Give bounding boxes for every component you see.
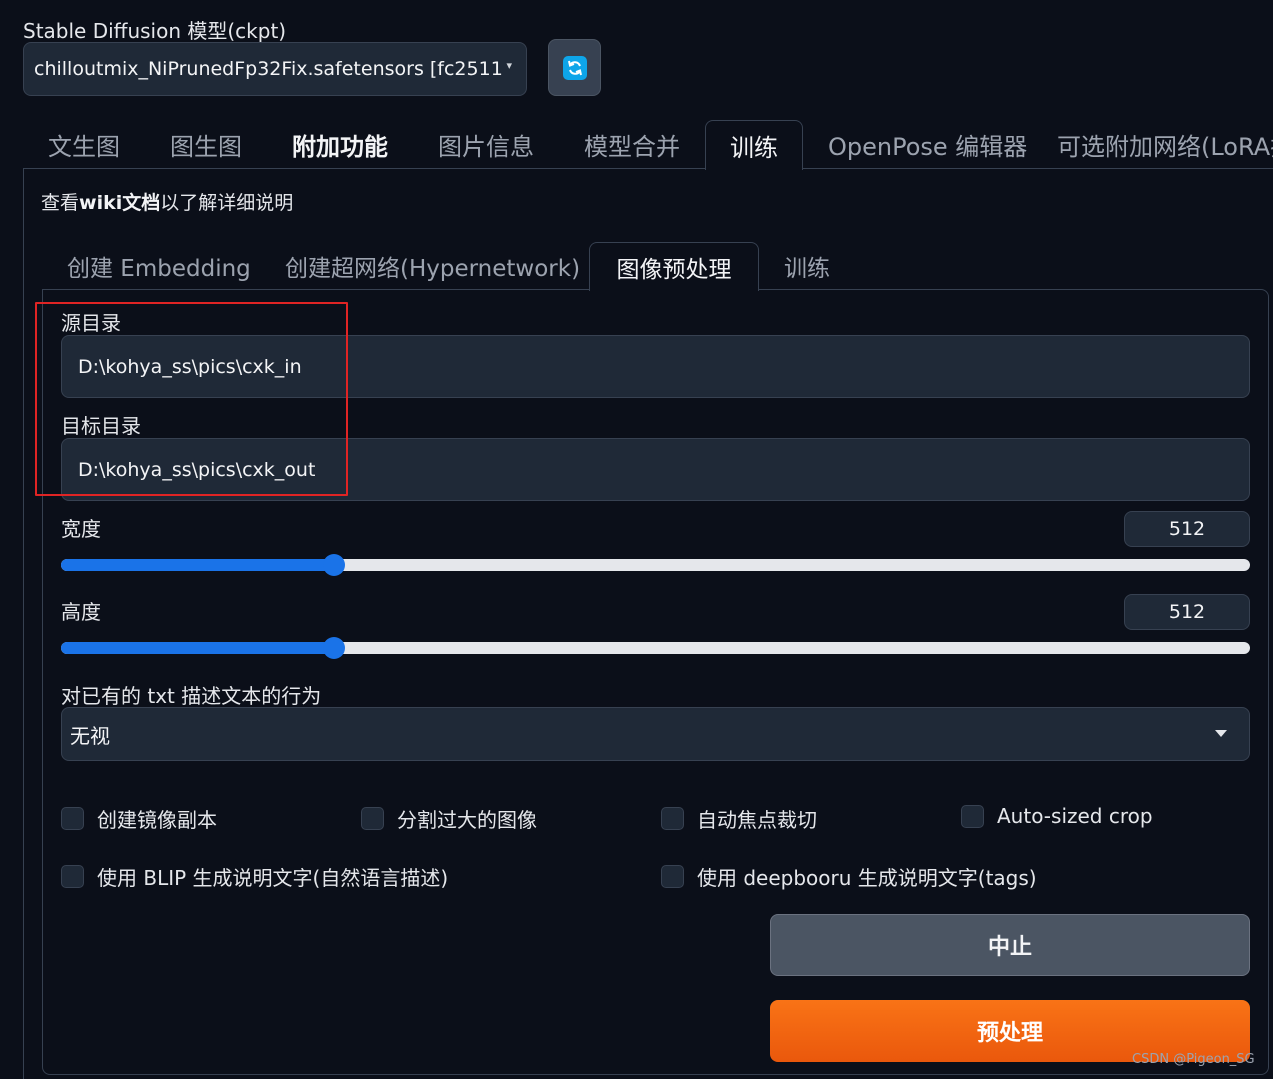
checkbox-label: 分割过大的图像 [397, 808, 537, 832]
txt-action-select[interactable]: 无视 [61, 707, 1250, 761]
height-number-input[interactable]: 512 [1124, 594, 1250, 630]
watermark: CSDN @Pigeon_SG [1132, 1052, 1255, 1067]
subtab-preprocess-images[interactable]: 图像预处理 [589, 242, 759, 291]
checkbox-auto-sized-crop[interactable]: Auto-sized crop [961, 804, 1153, 828]
tab-train[interactable]: 训练 [705, 120, 803, 170]
checkbox-box[interactable] [661, 807, 684, 830]
width-slider-fill [61, 559, 335, 571]
checkbox-box[interactable] [661, 865, 684, 888]
txt-action-value: 无视 [70, 723, 110, 748]
checkbox-label: 自动焦点裁切 [697, 808, 817, 832]
checkbox-box[interactable] [361, 807, 384, 830]
caret-down-icon [1215, 730, 1227, 737]
target-dir-input[interactable]: D:\kohya_ss\pics\cxk_out [61, 438, 1250, 501]
checkbox-label: 使用 deepbooru 生成说明文字(tags) [697, 866, 1037, 890]
chevron-down-icon: ▾ [506, 59, 512, 72]
model-label: Stable Diffusion 模型(ckpt) [23, 19, 287, 43]
tab-txt2img[interactable]: 文生图 [48, 120, 120, 169]
tab-openpose-editor[interactable]: OpenPose 编辑器 [828, 120, 1027, 169]
tab-additional-networks[interactable]: 可选附加网络(LoRA插 [1057, 120, 1273, 169]
tab-extras[interactable]: 附加功能 [292, 120, 388, 169]
checkbox-split-oversized[interactable]: 分割过大的图像 [361, 804, 537, 833]
model-select[interactable]: chilloutmix_NiPrunedFp32Fix.safetensors … [23, 42, 527, 96]
width-number-input[interactable]: 512 [1124, 511, 1250, 547]
tab-img2img[interactable]: 图生图 [170, 120, 242, 169]
txt-action-label: 对已有的 txt 描述文本的行为 [61, 684, 322, 708]
top-tab-bar: 文生图 图生图 附加功能 图片信息 模型合并 训练 OpenPose 编辑器 可… [24, 120, 1273, 170]
height-label: 高度 [61, 600, 101, 624]
refresh-model-button[interactable] [548, 39, 601, 96]
target-dir-label: 目标目录 [61, 414, 141, 438]
height-slider-fill [61, 642, 335, 654]
subtab-train[interactable]: 训练 [784, 242, 830, 290]
model-select-value: chilloutmix_NiPrunedFp32Fix.safetensors … [34, 58, 503, 80]
checkbox-box[interactable] [961, 804, 984, 828]
wiki-link[interactable]: wiki文档 [79, 192, 160, 214]
checkbox-label: 使用 BLIP 生成说明文字(自然语言描述) [97, 866, 449, 890]
width-slider[interactable] [61, 554, 1250, 576]
subtab-create-hypernetwork[interactable]: 创建超网络(Hypernetwork) [285, 242, 580, 290]
checkbox-box[interactable] [61, 807, 84, 830]
width-label: 宽度 [61, 517, 101, 541]
checkbox-auto-focal-crop[interactable]: 自动焦点裁切 [661, 804, 817, 833]
subtab-create-embedding[interactable]: 创建 Embedding [67, 242, 251, 290]
tab-png-info[interactable]: 图片信息 [438, 120, 534, 169]
height-slider[interactable] [61, 637, 1250, 659]
wiki-notice: 查看wiki文档以了解详细说明 [41, 188, 293, 215]
tab-checkpoint-merger[interactable]: 模型合并 [584, 120, 680, 169]
checkbox-label: 创建镜像副本 [97, 808, 217, 832]
checkbox-box[interactable] [61, 865, 84, 888]
checkbox-deepbooru-caption[interactable]: 使用 deepbooru 生成说明文字(tags) [661, 862, 1037, 891]
refresh-icon [562, 55, 587, 80]
source-dir-input[interactable]: D:\kohya_ss\pics\cxk_in [61, 335, 1250, 398]
interrupt-button[interactable]: 中止 [770, 914, 1250, 976]
source-dir-label: 源目录 [61, 311, 121, 335]
wiki-prefix: 查看 [41, 192, 80, 214]
checkbox-create-flipped-copies[interactable]: 创建镜像副本 [61, 804, 217, 833]
wiki-suffix: 以了解详细说明 [160, 192, 294, 214]
checkbox-blip-caption[interactable]: 使用 BLIP 生成说明文字(自然语言描述) [61, 862, 448, 891]
checkbox-label: Auto-sized crop [997, 804, 1153, 828]
